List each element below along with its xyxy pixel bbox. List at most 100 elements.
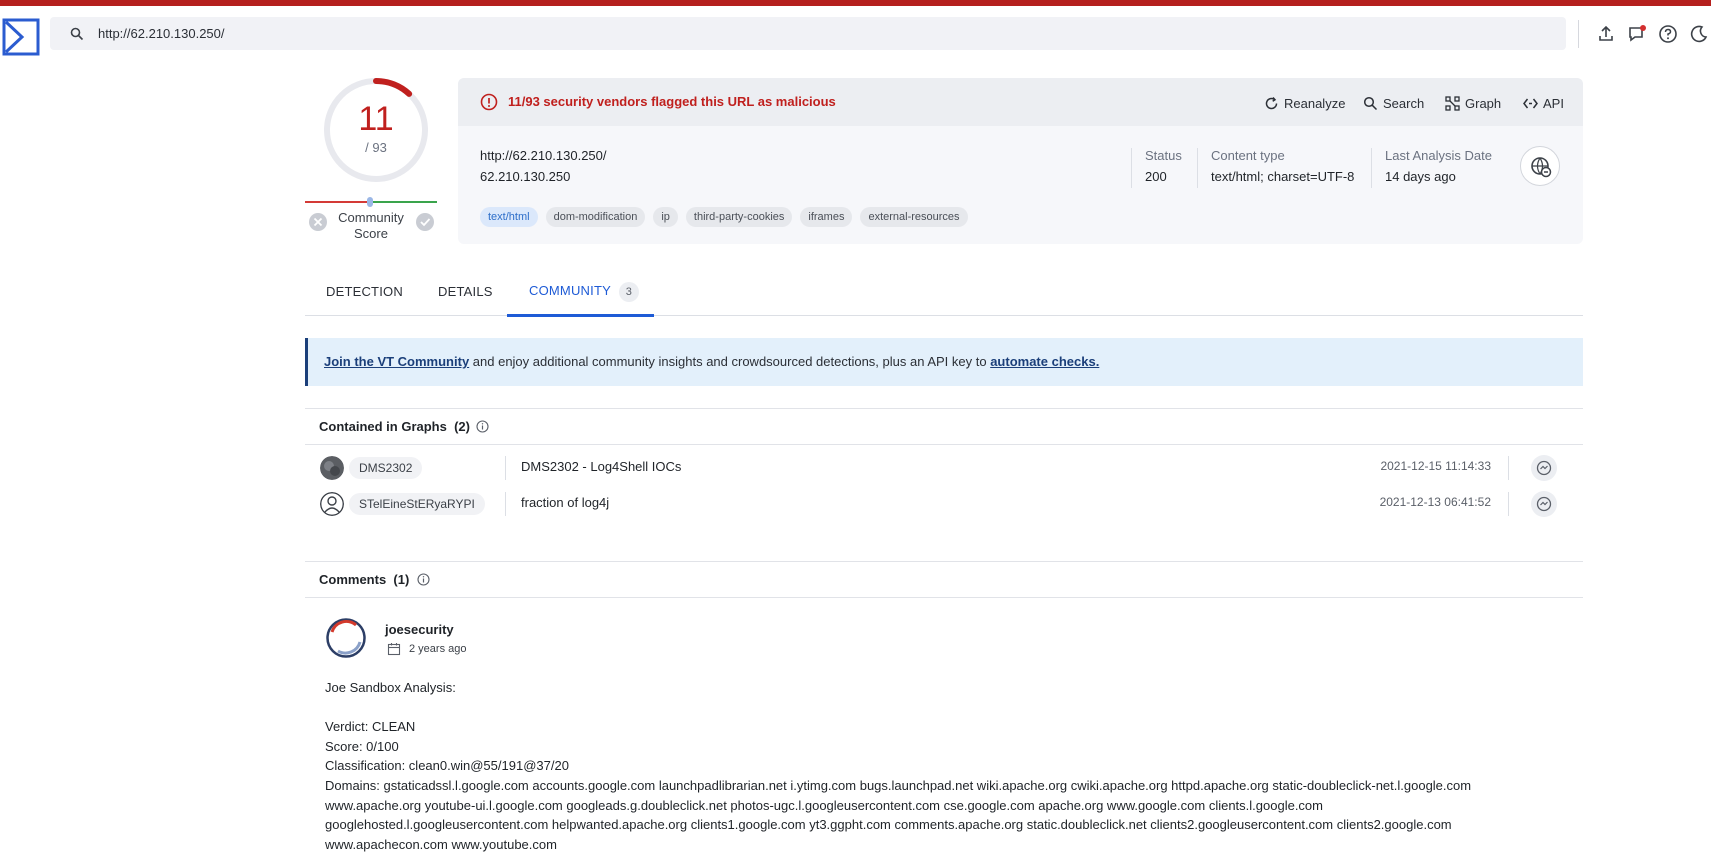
info-icon[interactable] xyxy=(476,420,489,433)
comment-author[interactable]: joesecurity xyxy=(385,622,454,637)
graph-name-link[interactable]: DMS2302 - Log4Shell IOCs xyxy=(521,459,681,474)
refresh-icon xyxy=(1265,96,1278,109)
tag-item[interactable]: ip xyxy=(653,207,678,227)
content-type-value: text/html; charset=UTF-8 xyxy=(1211,169,1355,184)
search-box[interactable] xyxy=(50,17,1566,50)
tab-community-count: 3 xyxy=(618,282,639,302)
comment-line: Score: 0/100 xyxy=(325,738,399,754)
reanalyze-button[interactable]: Reanalyze xyxy=(1264,94,1345,112)
tag-list: text/html dom-modification ip third-part… xyxy=(480,207,968,227)
comment-timestamp: 2 years ago xyxy=(409,643,467,655)
active-tab-indicator xyxy=(507,314,654,317)
tab-community[interactable]: COMMUNITY 3 xyxy=(529,282,639,302)
meta-divider xyxy=(1131,148,1132,188)
status-value: 200 xyxy=(1145,169,1167,184)
tab-detection[interactable]: DETECTION xyxy=(326,284,403,299)
comment-line: www.apachecon.com www.youtube.com xyxy=(325,836,557,852)
tag-item[interactable]: text/html xyxy=(480,207,538,227)
info-icon[interactable] xyxy=(417,573,430,586)
detection-total: / 93 xyxy=(365,140,387,155)
row-divider xyxy=(1508,456,1509,480)
api-icon xyxy=(1523,98,1538,108)
join-community-link[interactable]: Join the VT Community xyxy=(324,354,469,369)
search-input[interactable] xyxy=(98,23,1498,44)
graph-row[interactable]: STelEineStERyaRYPI fraction of log4j 202… xyxy=(305,486,1583,520)
reanalyze-label: Reanalyze xyxy=(1284,95,1346,111)
calendar-icon xyxy=(387,643,401,656)
open-graph-button[interactable] xyxy=(1531,491,1557,517)
alert-message: 11/93 security vendors flagged this URL … xyxy=(508,94,836,109)
avatar[interactable] xyxy=(320,492,344,516)
tag-item[interactable]: dom-modification xyxy=(545,207,646,227)
comment-line: Domains: gstaticadssl.l.google.com accou… xyxy=(325,777,1472,793)
banner-text: Join the VT Community and enjoy addition… xyxy=(324,354,1099,369)
graph-name-link[interactable]: fraction of log4j xyxy=(521,495,609,510)
comment-line: googlehosted.l.googleusercontent.com hel… xyxy=(325,817,1452,833)
open-graph-button[interactable] xyxy=(1531,455,1557,481)
comments-section-title: Comments (1) xyxy=(319,572,410,587)
analyzed-ip: 62.210.130.250 xyxy=(480,169,571,184)
detection-count: 11 xyxy=(358,100,394,138)
api-button[interactable]: API xyxy=(1523,94,1564,112)
graphs-section-title: Contained in Graphs (2) xyxy=(319,419,470,434)
search-icon xyxy=(1363,96,1378,110)
row-divider xyxy=(1508,492,1509,516)
search-button[interactable]: Search xyxy=(1363,94,1424,112)
notifications-chat-icon[interactable] xyxy=(1627,24,1647,44)
last-analysis-label: Last Analysis Date xyxy=(1385,148,1492,163)
graph-icon xyxy=(1445,95,1460,111)
joe-sandbox-logo-avatar[interactable] xyxy=(326,618,366,658)
alert-circle-icon xyxy=(480,93,498,111)
graph-explore-icon xyxy=(1536,496,1552,512)
help-icon[interactable] xyxy=(1658,24,1678,44)
graph-explore-icon xyxy=(1536,460,1552,476)
tag-item[interactable]: third-party-cookies xyxy=(685,207,793,227)
graph-date: 2021-12-15 11:14:33 xyxy=(1380,459,1491,473)
comments-section-header: Comments (1) xyxy=(305,561,1583,598)
search-icon xyxy=(70,27,84,41)
upload-icon[interactable] xyxy=(1596,24,1616,44)
automate-checks-link[interactable]: automate checks. xyxy=(990,354,1099,369)
tab-details[interactable]: DETAILS xyxy=(438,284,493,299)
vote-malicious-icon[interactable] xyxy=(308,212,328,232)
toolbar-divider xyxy=(1578,20,1579,48)
analyzed-url: http://62.210.130.250/ xyxy=(480,148,607,163)
comment-line: Verdict: CLEAN xyxy=(325,719,416,735)
api-label: API xyxy=(1543,95,1564,111)
graph-button[interactable]: Graph xyxy=(1445,94,1501,112)
comment-line: Classification: clean0.win@55/191@37/20 xyxy=(325,758,569,774)
status-label: Status xyxy=(1145,148,1182,163)
virustotal-logo-icon[interactable] xyxy=(2,18,40,56)
community-score-bar xyxy=(305,197,437,207)
row-divider xyxy=(505,456,506,480)
alert-header: 11/93 security vendors flagged this URL … xyxy=(458,78,1583,126)
tag-item[interactable]: external-resources xyxy=(860,207,968,227)
row-divider xyxy=(505,492,506,516)
meta-divider xyxy=(1197,148,1198,188)
graph-label: Graph xyxy=(1465,95,1502,111)
graph-row[interactable]: DMS2302 DMS2302 - Log4Shell IOCs 2021-12… xyxy=(305,450,1583,484)
banner-middle-text: and enjoy additional community insights … xyxy=(469,354,991,369)
globe-link-icon xyxy=(1531,157,1552,178)
tag-item[interactable]: iframes xyxy=(800,207,853,227)
dark-mode-icon[interactable] xyxy=(1689,24,1709,44)
detection-score-widget: 11 / 93 Community Score xyxy=(305,62,445,272)
avatar[interactable] xyxy=(320,456,344,480)
comment-line: www.apache.org youtube-ui.l.google.com g… xyxy=(325,797,1323,813)
url-settings-button[interactable] xyxy=(1520,146,1560,186)
top-navigation-bar xyxy=(0,6,1711,56)
url-summary-panel: 11/93 security vendors flagged this URL … xyxy=(458,78,1583,244)
graph-date: 2021-12-13 06:41:52 xyxy=(1379,495,1491,509)
graph-owner[interactable]: STelEineStERyaRYPI xyxy=(349,493,485,515)
tab-community-label: COMMUNITY xyxy=(529,283,611,298)
comment-line: Joe Sandbox Analysis: xyxy=(325,680,456,695)
report-tabs: DETECTION DETAILS COMMUNITY 3 xyxy=(305,272,1583,317)
content-type-label: Content type xyxy=(1211,148,1285,163)
community-banner: Join the VT Community and enjoy addition… xyxy=(305,338,1583,386)
community-score-label: Community Score xyxy=(338,210,404,241)
graph-owner[interactable]: DMS2302 xyxy=(349,457,423,479)
vote-harmless-icon[interactable] xyxy=(415,212,435,232)
comment-body: Joe Sandbox Analysis: Verdict: CLEAN Sco… xyxy=(325,678,1585,854)
graphs-section-header: Contained in Graphs (2) xyxy=(305,408,1583,445)
last-analysis-value: 14 days ago xyxy=(1385,169,1456,184)
